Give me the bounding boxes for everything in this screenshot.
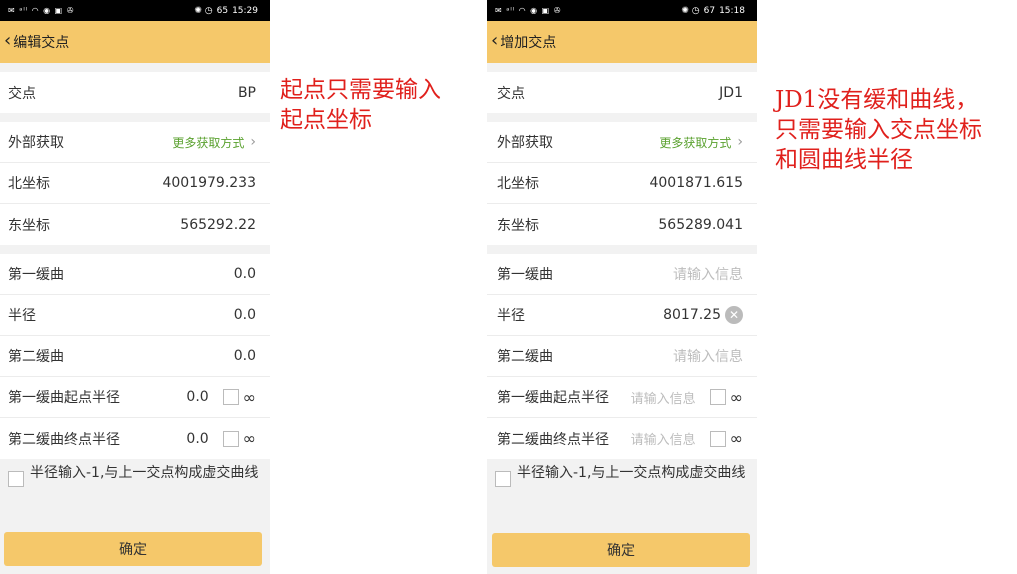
- spiral2-input[interactable]: 请输入信息: [673, 346, 743, 366]
- infinity-checkbox[interactable]: [222, 389, 239, 405]
- spiral2-label: 第二缓曲: [497, 349, 553, 365]
- clear-icon[interactable]: ✕: [725, 306, 743, 324]
- radius-row[interactable]: 半径 8017.25 ✕: [487, 295, 757, 336]
- s1start-label: 第一缓曲起点半径: [497, 390, 609, 406]
- virtual-text: 半径输入-1,与上一交点构成虚交曲线: [30, 465, 259, 481]
- spiral1-label: 第一缓曲: [497, 267, 553, 283]
- node-row[interactable]: 交点 BP: [0, 72, 270, 113]
- spiral2-row[interactable]: 第二缓曲 0.0: [0, 336, 270, 377]
- app-bar: ‹ 编辑交点: [0, 21, 270, 63]
- page-title: 编辑交点: [13, 35, 70, 51]
- status-time: 15:18: [719, 5, 745, 16]
- radius-label: 半径: [8, 308, 36, 324]
- spiral2-end-radius-row[interactable]: 第二缓曲终点半径 0.0 ∞: [0, 418, 270, 459]
- s2end-label: 第二缓曲终点半径: [8, 431, 120, 448]
- infinity-checkbox[interactable]: [222, 430, 239, 447]
- spiral1-row[interactable]: 第一缓曲 请输入信息: [487, 254, 757, 295]
- spiral1-input[interactable]: 请输入信息: [673, 264, 743, 284]
- virtual-checkbox[interactable]: [8, 471, 24, 487]
- app-bar: ‹ 增加交点: [487, 21, 757, 63]
- s1start-label: 第一缓曲起点半径: [8, 390, 120, 406]
- back-arrow-icon[interactable]: ‹: [4, 32, 11, 50]
- s1start-input[interactable]: 请输入信息: [631, 388, 696, 407]
- spiral1-label: 第一缓曲: [8, 267, 64, 283]
- east-coordinate-row[interactable]: 东坐标 565289.041: [487, 204, 757, 245]
- radius-input[interactable]: 8017.25: [663, 307, 721, 323]
- add-node-screen: ✉ ᵃˡˡ ◠ ◉ ▣ ✇ ✺ ◷ 67 15:18 ‹ 增加交点 交点 JD1…: [487, 0, 757, 574]
- s1start-value[interactable]: 0.0: [179, 389, 208, 405]
- virtual-text: 半径输入-1,与上一交点构成虚交曲线: [517, 465, 746, 481]
- chevron-right-icon: ›: [737, 134, 743, 150]
- battery-level: 67: [703, 5, 716, 16]
- chevron-right-icon: ›: [250, 134, 256, 150]
- annotation-left: 起点只需要输入 起点坐标: [280, 77, 441, 133]
- status-icons: ✉ ᵃˡˡ ◠ ◉ ▣ ✇: [8, 6, 75, 15]
- edit-node-screen: ✉ ᵃˡˡ ◠ ◉ ▣ ✇ ✺ ◷ 65 15:29 ‹ 编辑交点 交点 BP …: [0, 0, 270, 574]
- more-methods-link[interactable]: 更多获取方式 ›: [659, 134, 743, 151]
- battery-level: 65: [216, 5, 229, 16]
- spiral2-label: 第二缓曲: [8, 349, 64, 365]
- virtual-intersection-option[interactable]: 半径输入-1,与上一交点构成虚交曲线: [487, 459, 757, 493]
- confirm-button[interactable]: 确定: [492, 533, 750, 567]
- status-bar: ✉ ᵃˡˡ ◠ ◉ ▣ ✇ ✺ ◷ 67 15:18: [487, 0, 757, 21]
- infinity-label: ∞: [242, 387, 256, 407]
- north-label: 北坐标: [497, 176, 539, 192]
- s2end-value[interactable]: 0.0: [179, 431, 208, 447]
- node-label: 交点: [8, 85, 36, 102]
- infinity-checkbox[interactable]: [709, 389, 726, 405]
- alarm-icon: ✺ ◷: [194, 5, 213, 16]
- status-bar: ✉ ᵃˡˡ ◠ ◉ ▣ ✇ ✺ ◷ 65 15:29: [0, 0, 270, 21]
- external-source-row[interactable]: 外部获取 更多获取方式 ›: [487, 122, 757, 163]
- page-title: 增加交点: [500, 35, 557, 51]
- external-label: 外部获取: [8, 135, 64, 151]
- node-row[interactable]: 交点 JD1: [487, 72, 757, 113]
- north-value[interactable]: 4001871.615: [649, 175, 743, 191]
- alarm-icon: ✺ ◷: [681, 5, 700, 16]
- node-value: BP: [237, 84, 256, 101]
- east-label: 东坐标: [497, 217, 539, 234]
- external-source-row[interactable]: 外部获取 更多获取方式 ›: [0, 122, 270, 163]
- annotation-right: JD1没有缓和曲线， 只需要输入交点坐标 和圆曲线半径: [775, 87, 982, 173]
- virtual-intersection-option[interactable]: 半径输入-1,与上一交点构成虚交曲线: [0, 459, 270, 493]
- radius-row[interactable]: 半径 0.0: [0, 295, 270, 336]
- east-value[interactable]: 565292.22: [180, 217, 256, 233]
- status-icons: ✉ ᵃˡˡ ◠ ◉ ▣ ✇: [495, 6, 562, 15]
- infinity-label: ∞: [242, 429, 256, 448]
- north-value[interactable]: 4001979.233: [162, 175, 256, 191]
- node-label: 交点: [497, 85, 525, 102]
- virtual-checkbox[interactable]: [495, 471, 511, 487]
- spiral1-value[interactable]: 0.0: [234, 266, 256, 282]
- radius-label: 半径: [497, 308, 525, 324]
- s2end-label: 第二缓曲终点半径: [497, 431, 609, 448]
- confirm-button[interactable]: 确定: [4, 532, 262, 566]
- spiral2-end-radius-row[interactable]: 第二缓曲终点半径 请输入信息 ∞: [487, 418, 757, 459]
- s2end-input[interactable]: 请输入信息: [631, 429, 696, 448]
- infinity-checkbox[interactable]: [709, 430, 726, 447]
- more-methods-link[interactable]: 更多获取方式 ›: [172, 134, 256, 151]
- infinity-label: ∞: [729, 429, 743, 448]
- spiral1-row[interactable]: 第一缓曲 0.0: [0, 254, 270, 295]
- spiral2-value[interactable]: 0.0: [234, 348, 256, 364]
- external-label: 外部获取: [497, 135, 553, 151]
- north-coordinate-row[interactable]: 北坐标 4001871.615: [487, 163, 757, 204]
- north-coordinate-row[interactable]: 北坐标 4001979.233: [0, 163, 270, 204]
- north-label: 北坐标: [8, 176, 50, 192]
- east-coordinate-row[interactable]: 东坐标 565292.22: [0, 204, 270, 245]
- status-time: 15:29: [232, 5, 258, 16]
- spiral1-start-radius-row[interactable]: 第一缓曲起点半径 0.0 ∞: [0, 377, 270, 418]
- east-label: 东坐标: [8, 217, 50, 234]
- radius-value[interactable]: 0.0: [234, 307, 256, 323]
- infinity-label: ∞: [729, 387, 743, 407]
- east-value[interactable]: 565289.041: [658, 217, 743, 233]
- back-arrow-icon[interactable]: ‹: [491, 32, 498, 50]
- spiral1-start-radius-row[interactable]: 第一缓曲起点半径 请输入信息 ∞: [487, 377, 757, 418]
- node-value: JD1: [719, 84, 743, 101]
- spiral2-row[interactable]: 第二缓曲 请输入信息: [487, 336, 757, 377]
